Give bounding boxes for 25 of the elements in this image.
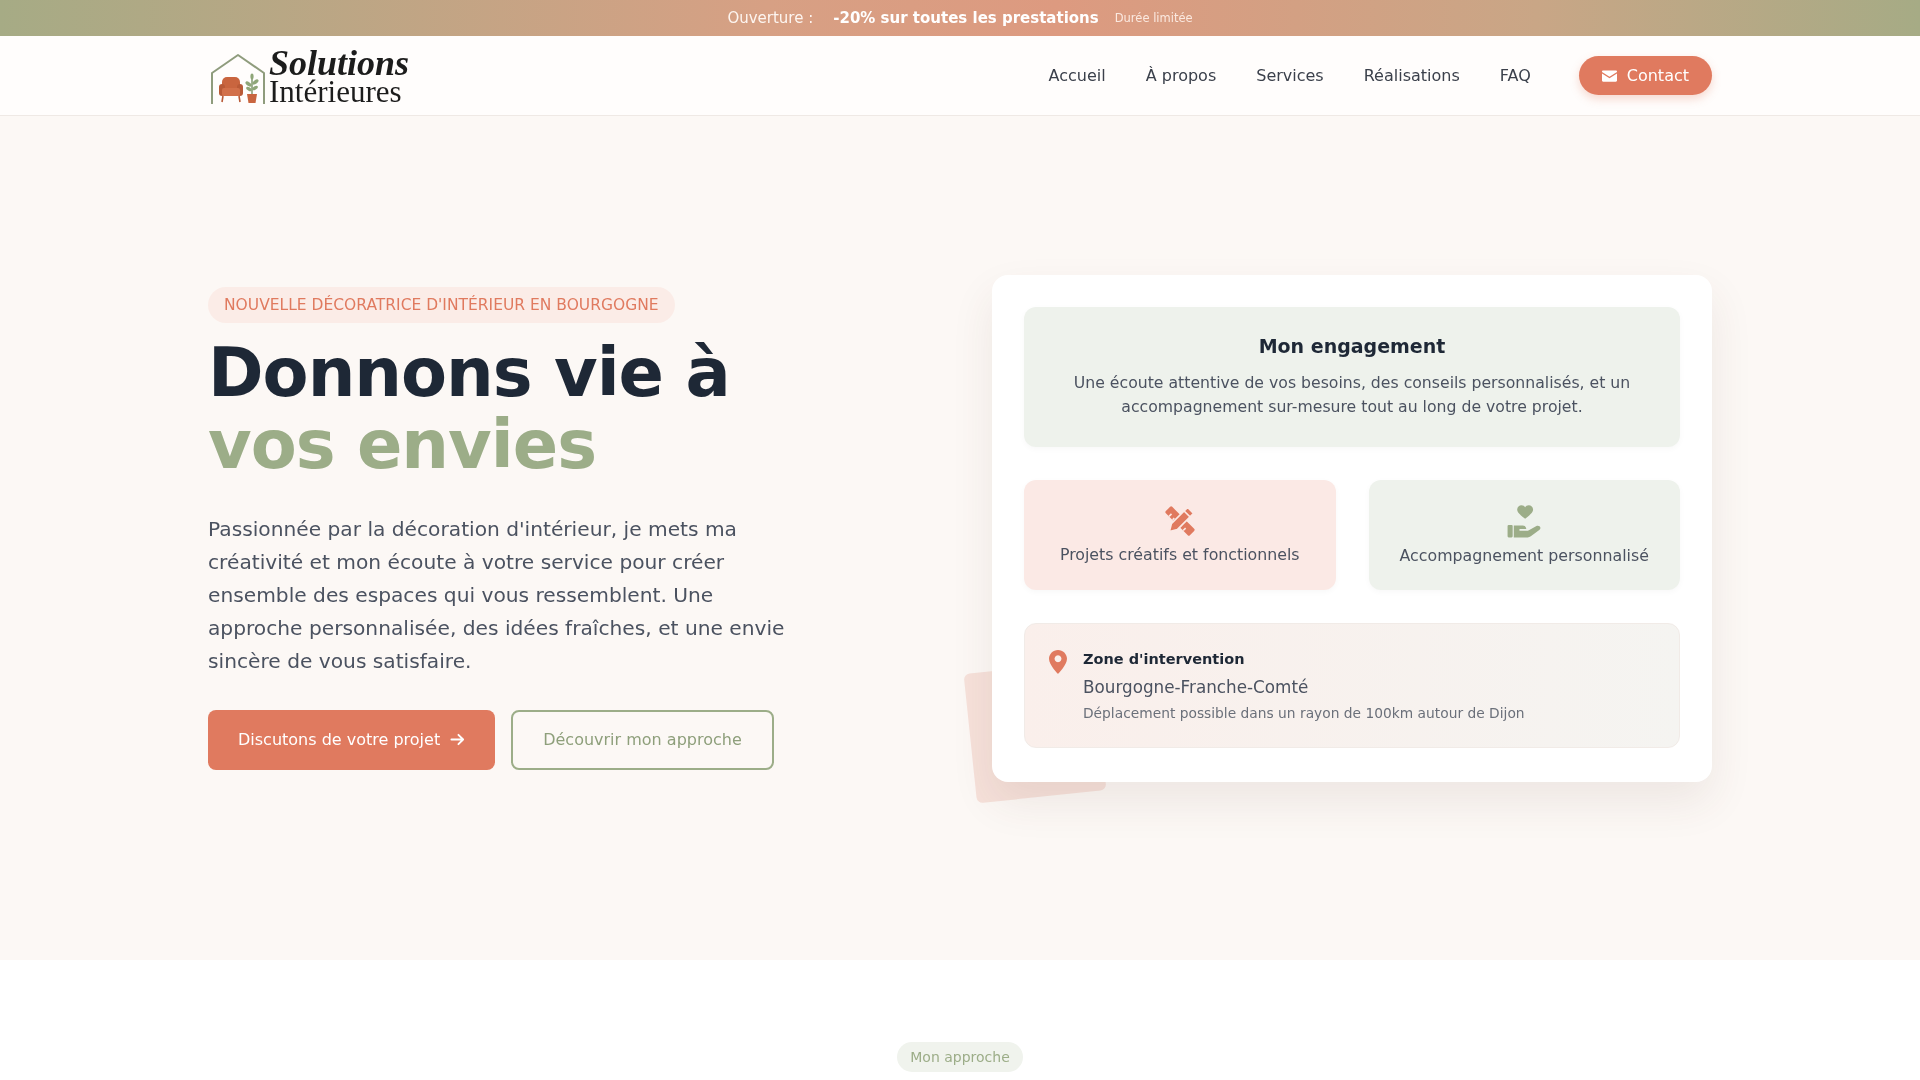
envelope-icon <box>1601 69 1617 82</box>
feature-label: Projets créatifs et fonctionnels <box>1059 544 1300 565</box>
zone-region: Bourgogne-Franche-Comté <box>1083 675 1309 698</box>
house-icon <box>210 52 266 105</box>
commitment-text: Une écoute attentive de vos besoins, des conseils personnalisés, et un accompagnement sur-mesure tout au long de votre projet. <box>1072 371 1632 418</box>
nav-link[interactable]: À propos <box>1145 66 1217 85</box>
hand-heart-icon <box>1507 503 1542 538</box>
zone-note: Déplacement possible dans un rayon de 100km autour de Dijon <box>1083 703 1525 723</box>
promo-label: Ouverture : <box>727 9 814 27</box>
hero-tagline: NOUVELLE DÉCORATRICE D'INTÉRIEUR EN BOURGOGNE <box>208 286 675 323</box>
promo-offer: -20% sur toutes les prestations <box>833 9 1099 27</box>
feature-label: Accompagnement personnalisé <box>1399 545 1649 566</box>
promo-note: Durée limitée <box>1114 11 1193 25</box>
section-tagline: Mon approche <box>897 1042 1023 1072</box>
nav-link[interactable]: Services <box>1256 66 1324 85</box>
commitment-title: Mon engagement <box>1257 333 1447 359</box>
map-pin-icon <box>1049 649 1067 674</box>
hero-heading: Donnons vie à vos envies <box>208 336 730 481</box>
hero-intro: Passionnée par la décoration d'intérieur, je mets ma créativité et mon écoute à votre service pour créer ensemble des espaces qui vous ressemblent. Une approche personnalisée, des idées fraîches, et une envie sincère de vous satisfaire. <box>208 515 786 675</box>
nav-link[interactable]: FAQ <box>1499 66 1531 85</box>
arrow-right-icon <box>450 732 466 747</box>
logo-link[interactable]: Solutions Intérieures <box>208 46 410 105</box>
nav-link[interactable]: Réalisations <box>1363 66 1460 85</box>
nav-link[interactable]: Accueil <box>1048 66 1106 85</box>
zone-title: Zone d'intervention <box>1083 649 1245 669</box>
